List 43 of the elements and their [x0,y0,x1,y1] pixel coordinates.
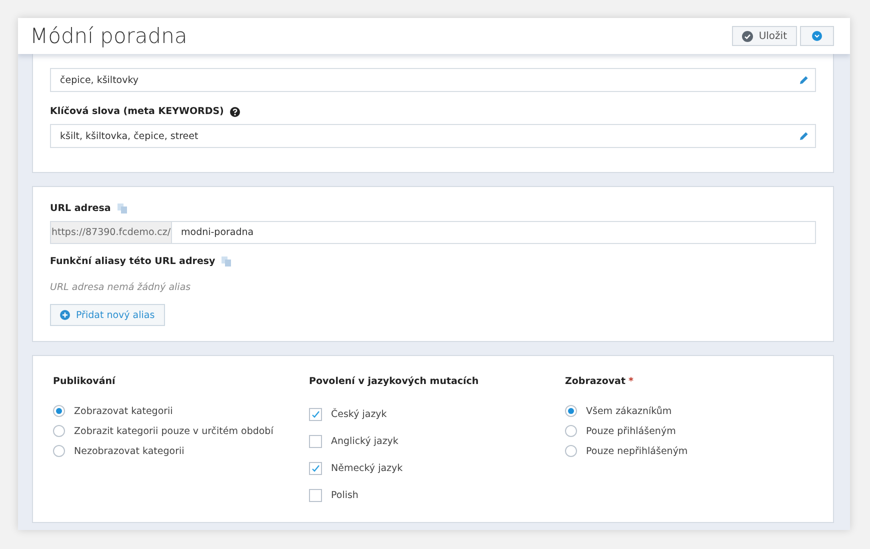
page-title: Módní poradna [30,24,188,48]
option-label: Pouze přihlášeným [586,426,676,436]
column-heading: Publikování [53,376,116,387]
pencil-icon[interactable] [799,131,809,141]
copy-icon[interactable] [116,203,128,214]
input-field[interactable]: čepice, kšiltovky [50,68,816,92]
field-label: Funkční aliasy této URL adresy [50,256,216,267]
input-field[interactable]: kšilt, kšiltovka, čepice, street [50,124,816,148]
option-label: Polish [331,490,358,501]
url-prefix: https://87390.fcdemo.cz/ [50,221,172,244]
option-label: Všem zákazníkům [586,406,672,416]
empty-hint: URL adresa nemá žádný alias [50,282,192,293]
option-label: Nezobrazovat kategorii [74,446,184,456]
copy-icon[interactable] [221,256,232,267]
radio-button[interactable] [565,405,577,417]
column-heading: Zobrazovat [565,376,626,387]
column-heading: Povolení v jazykových mutacích [309,376,479,387]
option-label: Anglický jazyk [331,436,398,447]
radio-button[interactable] [53,405,65,417]
help-icon[interactable] [230,106,240,116]
radio-button[interactable] [565,445,577,457]
option-label: Zobrazovat kategorii [74,406,173,416]
field-label: Klíčová slova (meta KEYWORDS) [50,106,224,117]
radio-button[interactable] [53,425,65,437]
save-button[interactable]: Uložit [732,26,797,46]
pencil-icon[interactable] [799,75,809,85]
radio-button[interactable] [53,445,65,457]
checkbox[interactable] [309,462,322,475]
checkbox[interactable] [309,435,322,448]
checkbox[interactable] [309,408,322,421]
option-label: Český jazyk [331,409,387,420]
check-circle-icon [742,30,753,42]
chevron-down-icon [812,31,822,41]
option-label: Pouze nepřihlášeným [586,446,688,456]
url-input[interactable]: modni-poradna [172,221,816,244]
plus-circle-icon [60,310,70,320]
checkbox[interactable] [309,489,322,502]
option-label: Německý jazyk [331,463,403,474]
field-label: URL adresa [50,203,111,214]
required-mark: * [628,376,634,387]
dropdown-button[interactable] [800,26,834,46]
option-label: Zobrazit kategorii pouze v určitém období [74,426,274,436]
radio-button[interactable] [565,425,577,437]
